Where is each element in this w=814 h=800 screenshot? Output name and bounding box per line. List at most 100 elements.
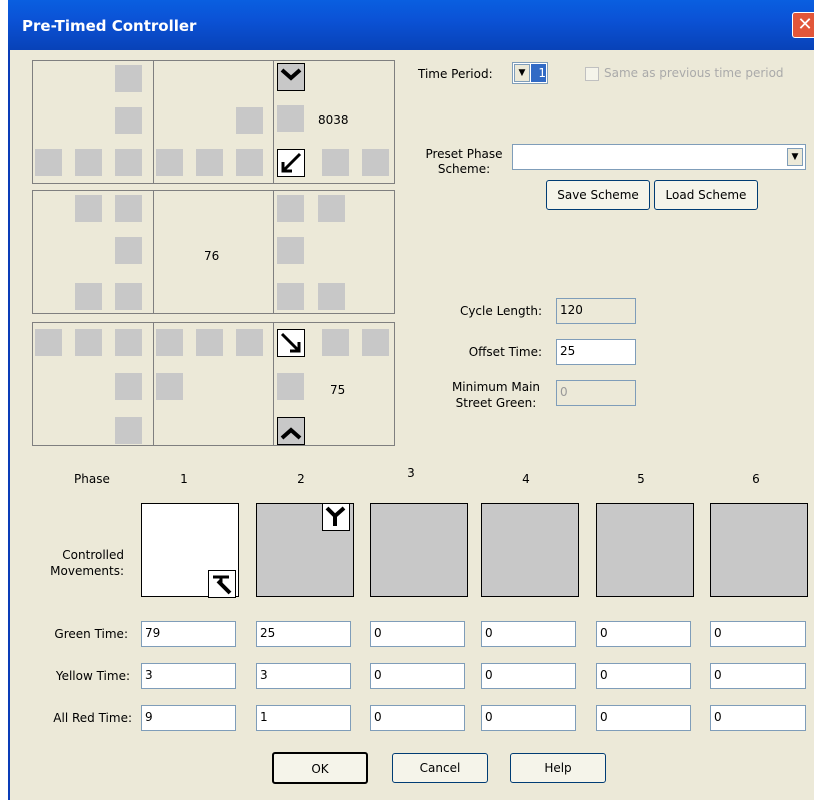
grid-cell-nw (32, 60, 154, 184)
right-turn-arrow-icon[interactable] (277, 329, 305, 357)
all-red-time-field[interactable]: 0 (481, 705, 576, 731)
lane-square (75, 283, 102, 310)
yellow-time-field[interactable]: 0 (481, 663, 576, 689)
volume-center: 76 (204, 249, 220, 263)
lane-square (115, 329, 142, 356)
chevron-down-icon[interactable]: ▼ (787, 148, 803, 166)
green-time-field[interactable]: 0 (370, 621, 465, 647)
preset-scheme-label-1: Preset Phase (425, 147, 503, 161)
lane-square (196, 149, 223, 176)
volume-north: 8038 (318, 113, 349, 127)
preset-scheme-select[interactable]: ▼ (512, 144, 806, 170)
all-red-time-field[interactable]: 9 (141, 705, 236, 731)
lane-square (115, 195, 142, 222)
phase-header-label: Phase (74, 472, 110, 486)
lane-square (196, 329, 223, 356)
chevron-down-icon[interactable]: ▼ (514, 64, 530, 82)
preset-scheme-label-2: Scheme: (437, 162, 491, 176)
window-title: Pre-Timed Controller (22, 17, 197, 35)
lane-square (156, 149, 183, 176)
help-button[interactable]: Help (510, 753, 606, 783)
yellow-time-field[interactable]: 3 (256, 663, 351, 689)
green-time-field[interactable]: 0 (596, 621, 691, 647)
lane-square (115, 65, 142, 92)
ok-button[interactable]: OK (272, 752, 368, 784)
lane-square (277, 105, 304, 132)
yellow-time-field[interactable]: 0 (596, 663, 691, 689)
phase-number: 4 (522, 472, 530, 486)
offset-time-label: Offset Time: (468, 345, 542, 359)
green-time-field[interactable]: 25 (256, 621, 351, 647)
min-green-label-1: Minimum Main (451, 380, 541, 394)
southbound-arrow-icon[interactable] (277, 63, 305, 91)
phase-movement-icon (208, 570, 236, 598)
green-time-field[interactable]: 79 (141, 621, 236, 647)
phase-5-movements[interactable] (596, 503, 694, 597)
lane-square (75, 195, 102, 222)
controlled-movements-label-1: Controlled (62, 548, 124, 562)
lane-square (236, 329, 263, 356)
phase-3-movements[interactable] (370, 503, 468, 597)
phase-4-movements[interactable] (481, 503, 579, 597)
lane-square (35, 149, 62, 176)
phase-movement-icon (322, 503, 350, 531)
lane-square (318, 283, 345, 310)
all-red-time-field[interactable]: 0 (370, 705, 465, 731)
grid-cell-e (273, 190, 395, 314)
lane-square (277, 373, 304, 400)
lane-square (75, 149, 102, 176)
grid-cell-sw (32, 322, 154, 446)
lane-square (115, 107, 142, 134)
grid-cell-se: 75 (273, 322, 395, 446)
cycle-length-field[interactable]: 120 (556, 298, 636, 324)
phase-number: 5 (637, 472, 645, 486)
save-scheme-button[interactable]: Save Scheme (546, 180, 650, 210)
phase-number: 2 (297, 472, 305, 486)
cycle-length-label: Cycle Length: (459, 304, 542, 318)
all-red-time-label: All Red Time: (53, 711, 132, 725)
northbound-arrow-icon[interactable] (277, 417, 305, 445)
phase-number: 1 (180, 472, 188, 486)
all-red-time-field[interactable]: 1 (256, 705, 351, 731)
lane-square (75, 329, 102, 356)
lane-square (156, 329, 183, 356)
controlled-movements-label-2: Movements: (50, 564, 124, 578)
all-red-time-field[interactable]: 0 (596, 705, 691, 731)
lane-square (362, 329, 389, 356)
green-time-field[interactable]: 0 (481, 621, 576, 647)
yellow-time-field[interactable]: 0 (710, 663, 806, 689)
lane-square (322, 149, 349, 176)
lane-square (236, 107, 263, 134)
grid-cell-s (153, 322, 275, 446)
phase-6-movements[interactable] (710, 503, 808, 597)
lane-square (156, 373, 183, 400)
green-time-label: Green Time: (54, 627, 128, 641)
phase-1-movements[interactable] (141, 503, 239, 598)
min-green-field[interactable]: 0 (556, 380, 636, 406)
phase-number: 3 (407, 466, 415, 480)
time-period-select[interactable]: ▼ 1 (512, 62, 548, 84)
lane-square (115, 149, 142, 176)
time-period-label: Time Period: (418, 67, 493, 81)
lane-square (115, 417, 142, 444)
same-as-previous-checkbox[interactable] (585, 67, 599, 81)
grid-cell-w (32, 190, 154, 314)
load-scheme-button[interactable]: Load Scheme (654, 180, 758, 210)
offset-time-field[interactable]: 25 (556, 339, 636, 365)
cancel-button[interactable]: Cancel (392, 753, 488, 783)
left-turn-arrow-icon[interactable] (277, 149, 305, 177)
same-as-previous-label: Same as previous time period (604, 66, 784, 80)
green-time-field[interactable]: 0 (710, 621, 806, 647)
lane-square (35, 329, 62, 356)
yellow-time-field[interactable]: 0 (370, 663, 465, 689)
phase-2-movements[interactable] (256, 503, 354, 597)
grid-cell-n (153, 60, 275, 184)
yellow-time-field[interactable]: 3 (141, 663, 236, 689)
lane-square (318, 195, 345, 222)
close-button[interactable]: ✕ (792, 12, 814, 38)
lane-square (277, 283, 304, 310)
lane-square (362, 149, 389, 176)
all-red-time-field[interactable]: 0 (710, 705, 806, 731)
lane-square (322, 329, 349, 356)
grid-cell-center: 76 (153, 190, 275, 314)
